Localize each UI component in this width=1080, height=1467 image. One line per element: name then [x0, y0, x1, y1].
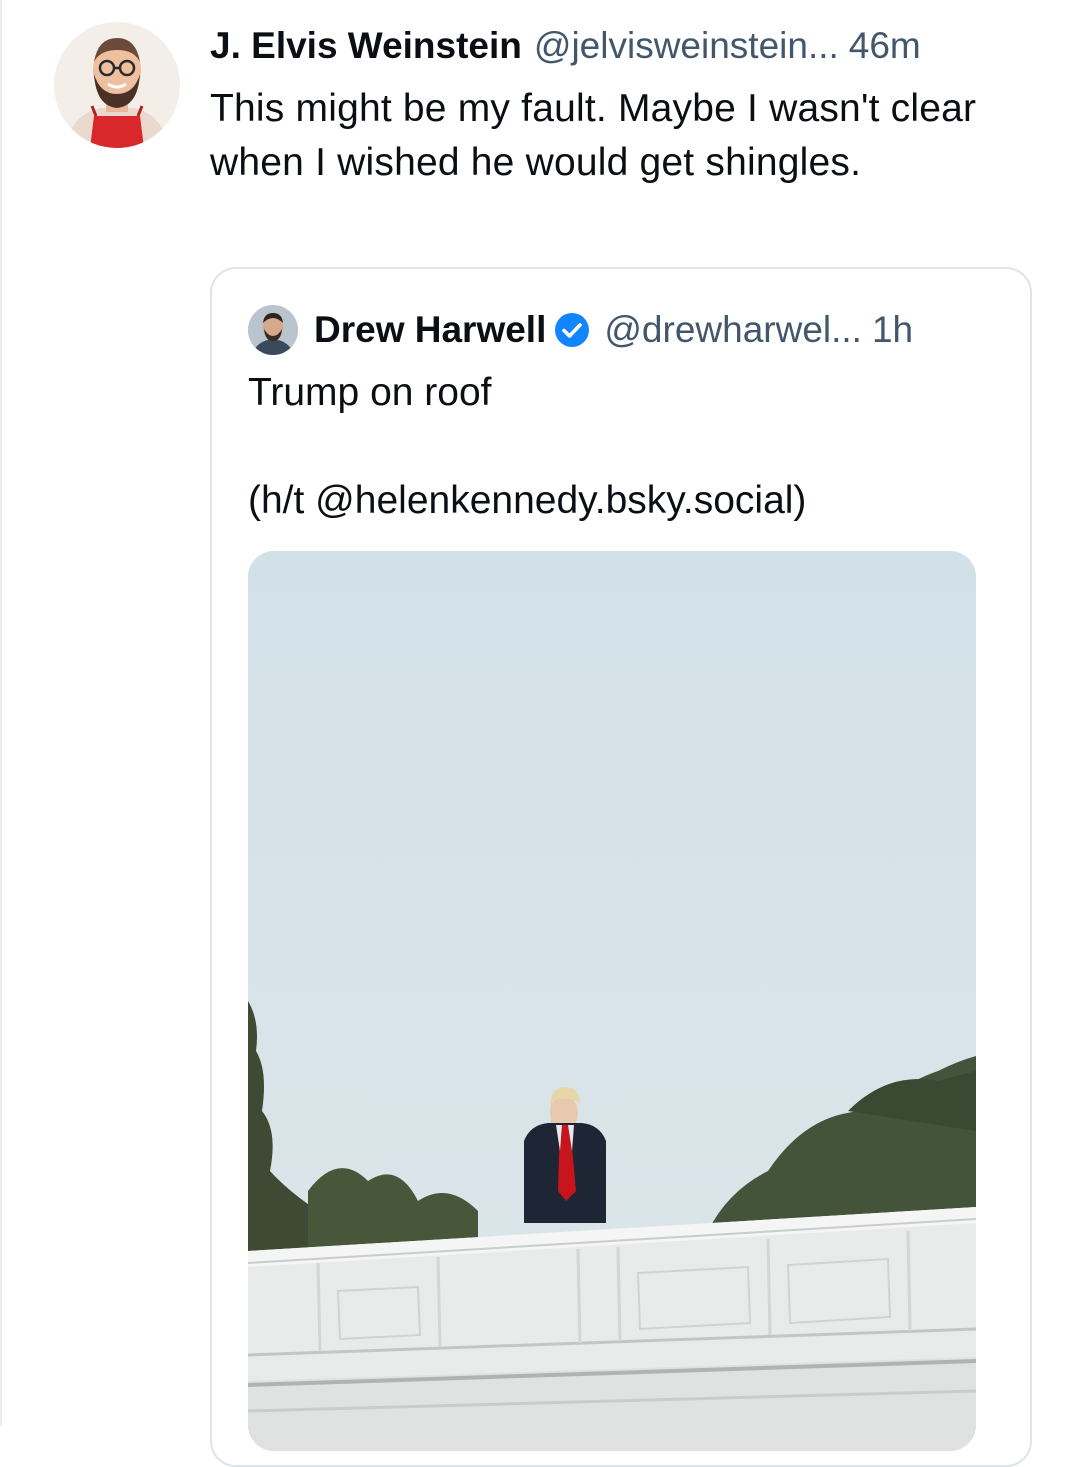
user-avatar-icon	[248, 305, 298, 355]
quoted-text-line-1: Trump on roof	[248, 371, 492, 414]
user-avatar-icon	[54, 22, 180, 148]
post-text: This might be my fault. Maybe I wasn't c…	[210, 87, 977, 184]
quoted-author-handle[interactable]: @drewharwel...	[604, 305, 862, 355]
author-name[interactable]: J. Elvis Weinstein	[210, 22, 522, 70]
quoted-author-avatar[interactable]	[248, 305, 298, 355]
quoted-post-image[interactable]	[248, 551, 976, 1451]
quoted-post-time[interactable]: 1h	[872, 305, 913, 355]
post-header: J. Elvis Weinstein @jelvisweinstein... 4…	[210, 22, 1050, 70]
post-time[interactable]: 46m	[849, 22, 921, 70]
author-handle[interactable]: @jelvisweinstein...	[534, 22, 839, 70]
photo-man-on-roof	[248, 551, 976, 1451]
author-avatar[interactable]	[54, 22, 180, 148]
quoted-author-name[interactable]: Drew Harwell	[314, 305, 546, 355]
post[interactable]: J. Elvis Weinstein @jelvisweinstein... 4…	[0, 0, 1080, 1467]
quoted-text-line-2[interactable]: (h/t @helenkennedy.bsky.social)	[248, 474, 1008, 528]
quoted-post-header: Drew Harwell @drewharwel... 1h	[314, 305, 1014, 355]
quoted-post-card[interactable]: Drew Harwell @drewharwel... 1h Trump on …	[210, 267, 1032, 1467]
verified-badge-icon	[555, 313, 590, 347]
quoted-post-text: Trump on roof (h/t @helenkennedy.bsky.so…	[248, 366, 1008, 528]
